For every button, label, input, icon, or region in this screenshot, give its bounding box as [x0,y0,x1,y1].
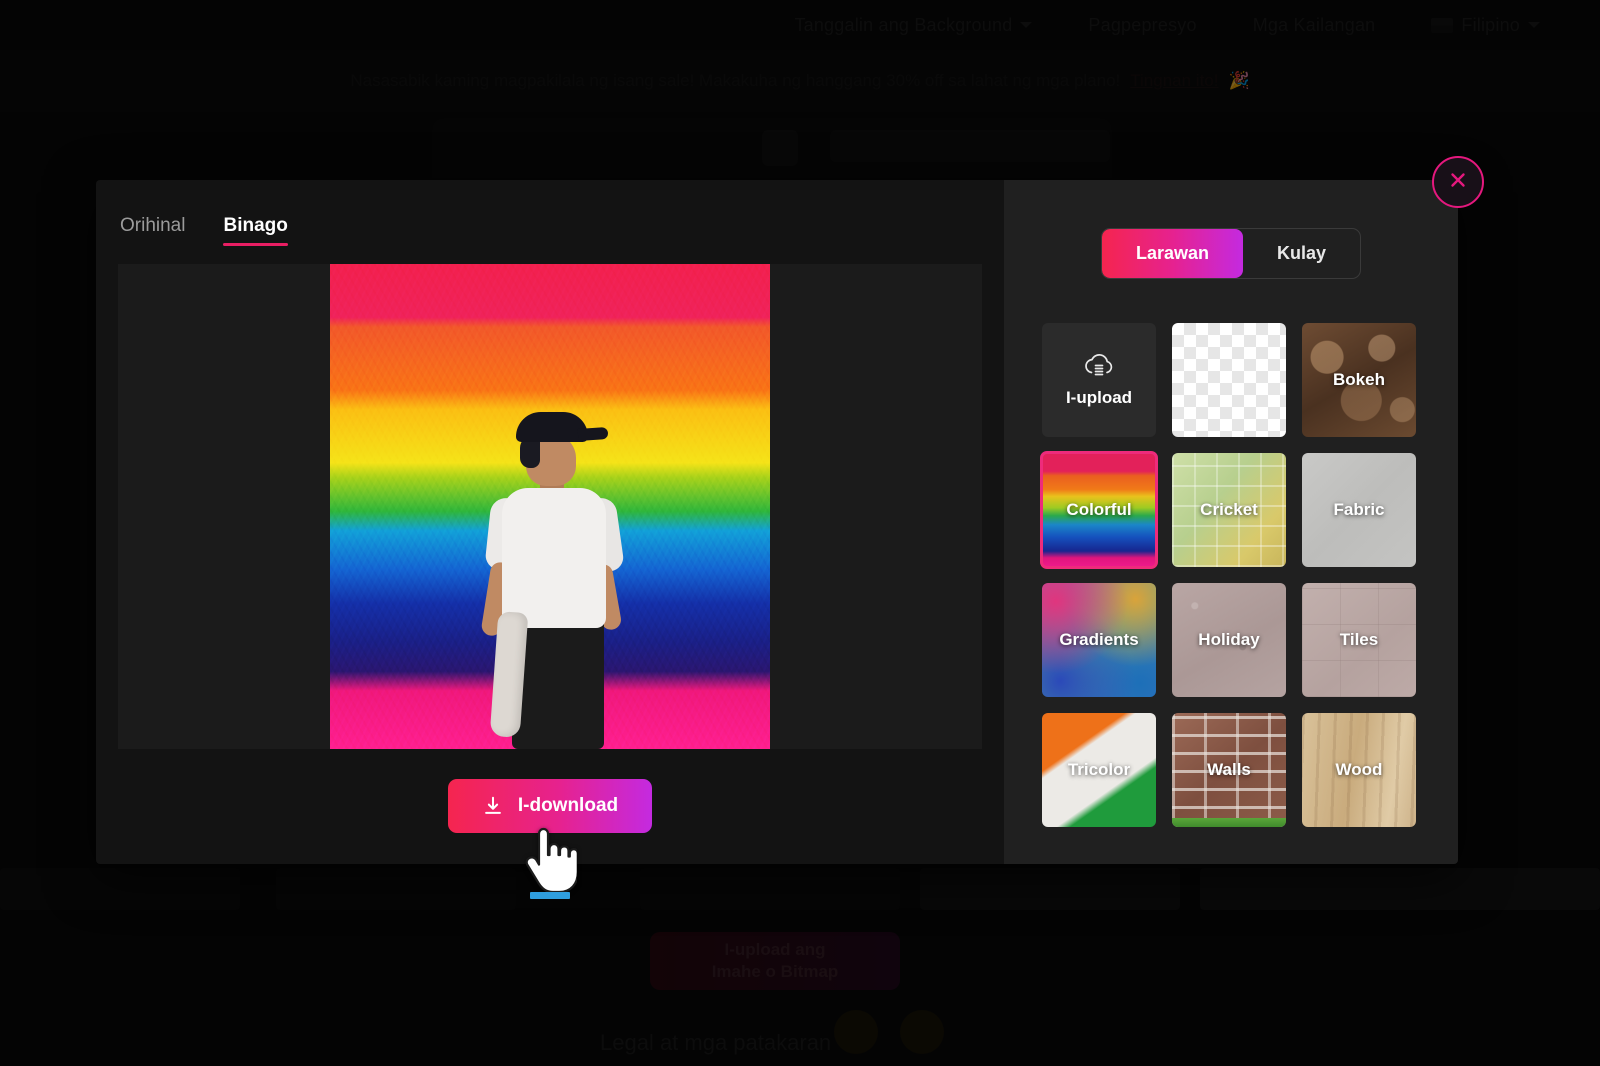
close-modal-button[interactable] [1432,156,1484,208]
preview-image[interactable] [330,264,770,749]
shirt [502,488,606,628]
background-option-transparent[interactable] [1172,323,1286,437]
background-option-upload[interactable]: I-upload [1042,323,1156,437]
background-option-label: Bokeh [1333,370,1385,389]
editor-modal: Orihinal Binago I-download Larawan Kulay… [96,180,1458,864]
close-icon [1447,169,1469,196]
background-option-gradients[interactable]: Gradients [1042,583,1156,697]
background-option-label: Fabric [1333,500,1385,519]
tab-label: Binago [223,215,288,236]
background-option-label: Walls [1207,760,1251,779]
preview-canvas [118,264,982,749]
preview-tabs: Orihinal Binago [96,180,1004,246]
segment-larawan[interactable]: Larawan [1101,229,1243,278]
background-option-cricket[interactable]: Cricket [1172,453,1286,567]
mouse-cursor [521,826,577,899]
background-grid: I-upload Bokeh Colorful Cricket Fabric G… [1040,323,1420,827]
background-option-label: I-upload [1065,388,1133,407]
download-icon [482,795,504,817]
modal-preview-panel: Orihinal Binago I-download [96,180,1004,864]
background-option-colorful[interactable]: Colorful [1040,451,1158,569]
tab-label: Orihinal [120,215,186,236]
person-cutout [464,412,639,749]
background-option-tiles[interactable]: Tiles [1302,583,1416,697]
background-option-wood[interactable]: Wood [1302,713,1416,827]
background-type-toggle: Larawan Kulay [1004,180,1458,279]
screen-root: Tanggalin ang Background Pagpepresyo Mga… [0,0,1600,1066]
tab-orihinal[interactable]: Orihinal [120,215,185,246]
background-option-label: Tricolor [1067,760,1131,779]
background-option-fabric[interactable]: Fabric [1302,453,1416,567]
background-option-tricolor[interactable]: Tricolor [1042,713,1156,827]
background-option-label: Cricket [1200,500,1258,519]
background-option-label: Gradients [1059,630,1139,649]
modal-backgrounds-panel: Larawan Kulay I-upload Bokeh Colorful Cr… [1004,180,1458,864]
download-row: I-download [96,779,1004,833]
background-option-walls[interactable]: Walls [1172,713,1286,827]
download-button[interactable]: I-download [447,779,653,833]
cap [516,412,588,442]
download-button-label: I-download [517,795,619,816]
background-option-label: Wood [1335,760,1383,779]
segment-kulay[interactable]: Kulay [1243,229,1360,278]
background-option-bokeh[interactable]: Bokeh [1302,323,1416,437]
background-option-label: Colorful [1066,500,1132,519]
background-option-label: Tiles [1339,630,1379,649]
cursor-underline [530,892,570,899]
background-option-holiday[interactable]: Holiday [1172,583,1286,697]
cloud-upload-icon [1082,352,1116,378]
background-option-label: Holiday [1198,630,1260,649]
tab-binago[interactable]: Binago [223,215,289,246]
